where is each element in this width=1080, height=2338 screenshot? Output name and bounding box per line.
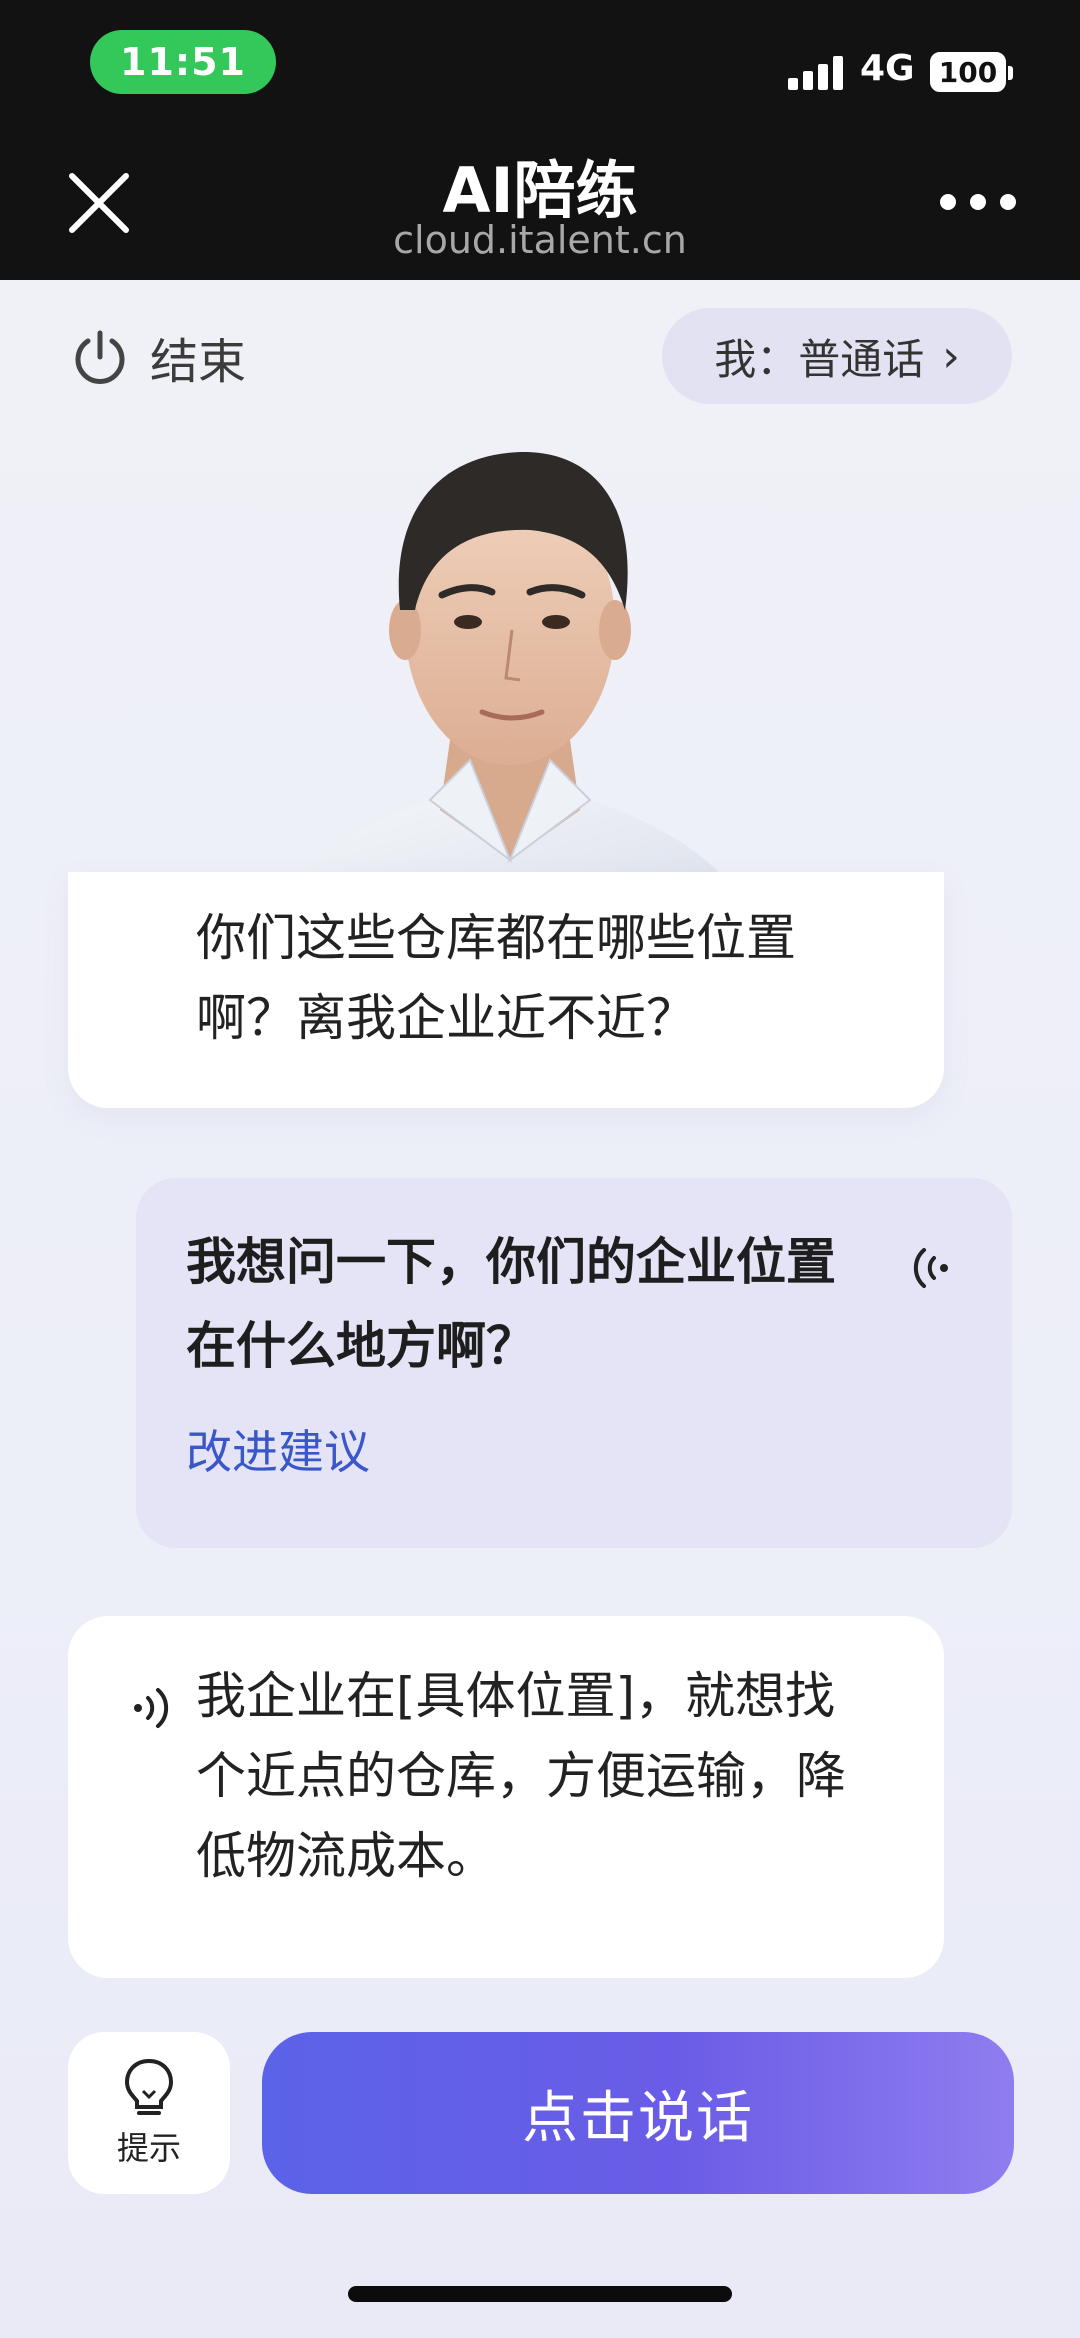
user-message-bubble: 我想问一下，你们的企业位置在什么地方啊？ 改进建议	[136, 1178, 1012, 1548]
voice-wave-icon[interactable]	[120, 1678, 180, 1738]
end-button[interactable]: 结束	[70, 322, 246, 392]
ai-message-bubble: 你们这些仓库都在哪些位置啊？离我企业近不近？	[68, 872, 944, 1108]
ai-message-bubble: 我企业在[具体位置]，就想找个近点的仓库，方便运输，降低物流成本。	[68, 1616, 944, 1978]
signal-icon	[788, 56, 844, 90]
top-bar: 11:51 4G 100 AI陪练 cloud.italent.cn	[0, 0, 1080, 280]
network-label: 4G	[860, 48, 915, 89]
ai-avatar	[245, 451, 775, 960]
page-title: AI陪练	[442, 154, 638, 227]
ai-message-text: 你们这些仓库都在哪些位置啊？离我企业近不近？	[196, 909, 796, 1047]
home-indicator	[348, 2286, 732, 2302]
tap-to-speak-label: 点击说话	[522, 2085, 754, 2151]
more-icon	[940, 194, 956, 210]
hint-button[interactable]: 提示	[68, 2032, 230, 2194]
ai-message-text: 我企业在[具体位置]，就想找个近点的仓库，方便运输，降低物流成本。	[196, 1667, 846, 1885]
chevron-right-icon: ›	[942, 330, 960, 382]
voice-wave-icon[interactable]	[904, 1238, 964, 1298]
battery-icon: 100	[930, 52, 1013, 92]
tap-to-speak-button[interactable]: 点击说话	[262, 2032, 1014, 2194]
improvement-suggestion-link[interactable]: 改进建议	[186, 1416, 862, 1482]
hint-label: 提示	[116, 2129, 181, 2167]
more-button[interactable]	[940, 190, 1016, 214]
user-message-text: 我想问一下，你们的企业位置在什么地方啊？	[186, 1233, 836, 1375]
battery-level: 100	[938, 55, 998, 89]
power-icon	[75, 330, 125, 384]
lightbulb-icon	[124, 2058, 174, 2115]
status-time: 11:51	[90, 30, 276, 94]
page-domain: cloud.italent.cn	[393, 218, 687, 262]
chat-screen: 结束 我：普通话 › 你们这些仓库都在哪些位置啊？离我企业近不近？ 我想问一下，…	[0, 280, 1080, 2338]
